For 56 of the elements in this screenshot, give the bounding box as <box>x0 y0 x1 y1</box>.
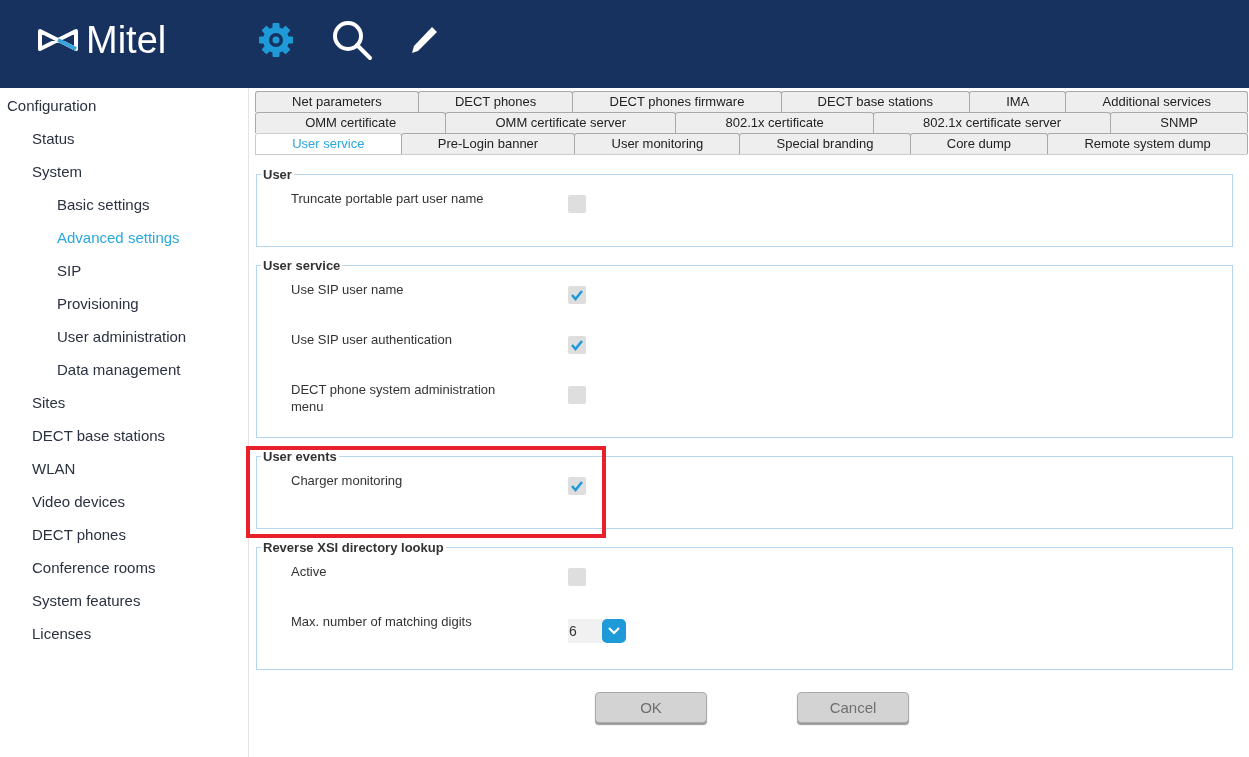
field-label: Use SIP user name <box>290 281 405 298</box>
chevron-down-icon <box>608 627 620 635</box>
tab[interactable]: User monitoring <box>574 133 741 154</box>
sidebar-item[interactable]: DECT phones <box>0 523 248 556</box>
field-label: Use SIP user authentication <box>290 331 453 348</box>
checkbox[interactable] <box>568 386 586 404</box>
tab[interactable]: DECT phones firmware <box>572 91 782 112</box>
tab[interactable]: OMM certificate <box>255 112 447 133</box>
sidebar-item[interactable]: Video devices <box>0 490 248 523</box>
checkbox[interactable] <box>568 568 586 586</box>
tab[interactable]: DECT base stations <box>780 91 971 112</box>
checkbox[interactable] <box>568 286 586 304</box>
sidebar-item[interactable]: User administration <box>0 325 248 358</box>
tab[interactable]: Additional services <box>1065 91 1248 112</box>
section-title: User service <box>262 258 342 273</box>
tab[interactable]: SNMP <box>1110 112 1249 133</box>
sidebar-item[interactable]: System <box>0 160 248 193</box>
tab[interactable]: Remote system dump <box>1047 133 1248 154</box>
tab[interactable]: Net parameters <box>255 91 419 112</box>
tab[interactable]: Core dump <box>909 133 1049 154</box>
sidebar-item[interactable]: System features <box>0 589 248 622</box>
logo-icon <box>36 27 80 53</box>
field-label: Max. number of matching digits <box>290 613 473 630</box>
checkbox[interactable] <box>568 477 586 495</box>
checkbox[interactable] <box>568 195 586 213</box>
sidebar-item[interactable]: Basic settings <box>0 193 248 226</box>
field-label: Truncate portable part user name <box>290 190 485 207</box>
search-icon[interactable] <box>330 18 374 62</box>
dropdown-button[interactable] <box>602 619 626 643</box>
sidebar-item[interactable]: Status <box>0 127 248 160</box>
tab[interactable]: IMA <box>969 91 1067 112</box>
section-title: User <box>262 167 293 182</box>
sidebar-item[interactable]: Conference rooms <box>0 556 248 589</box>
sidebar-item[interactable]: Configuration <box>0 94 248 127</box>
select-value[interactable]: 6 <box>568 619 604 643</box>
field-label: DECT phone system administration menu <box>290 381 497 415</box>
field-label: Charger monitoring <box>290 472 404 489</box>
tab[interactable]: 802.1x certificate server <box>872 112 1112 133</box>
logo-text: Mitel <box>86 18 167 62</box>
sidebar-item[interactable]: SIP <box>0 259 248 292</box>
sidebar-item[interactable]: DECT base stations <box>0 424 248 457</box>
section-title: User events <box>262 449 338 464</box>
sidebar-item[interactable]: Provisioning <box>0 292 248 325</box>
field-label: Active <box>290 563 328 580</box>
tab[interactable]: OMM certificate server <box>445 112 677 133</box>
sidebar-item[interactable]: Licenses <box>0 622 248 655</box>
checkbox[interactable] <box>568 336 586 354</box>
tab[interactable]: DECT phones <box>417 91 574 112</box>
sidebar-item[interactable]: Data management <box>0 358 248 391</box>
settings-icon[interactable] <box>256 20 296 60</box>
tab[interactable]: Special branding <box>739 133 911 154</box>
sidebar-item[interactable]: Sites <box>0 391 248 424</box>
tab[interactable]: Pre-Login banner <box>400 133 576 154</box>
tab[interactable]: 802.1x certificate <box>675 112 874 133</box>
sidebar-item[interactable]: WLAN <box>0 457 248 490</box>
section-title: Reverse XSI directory lookup <box>262 540 445 555</box>
